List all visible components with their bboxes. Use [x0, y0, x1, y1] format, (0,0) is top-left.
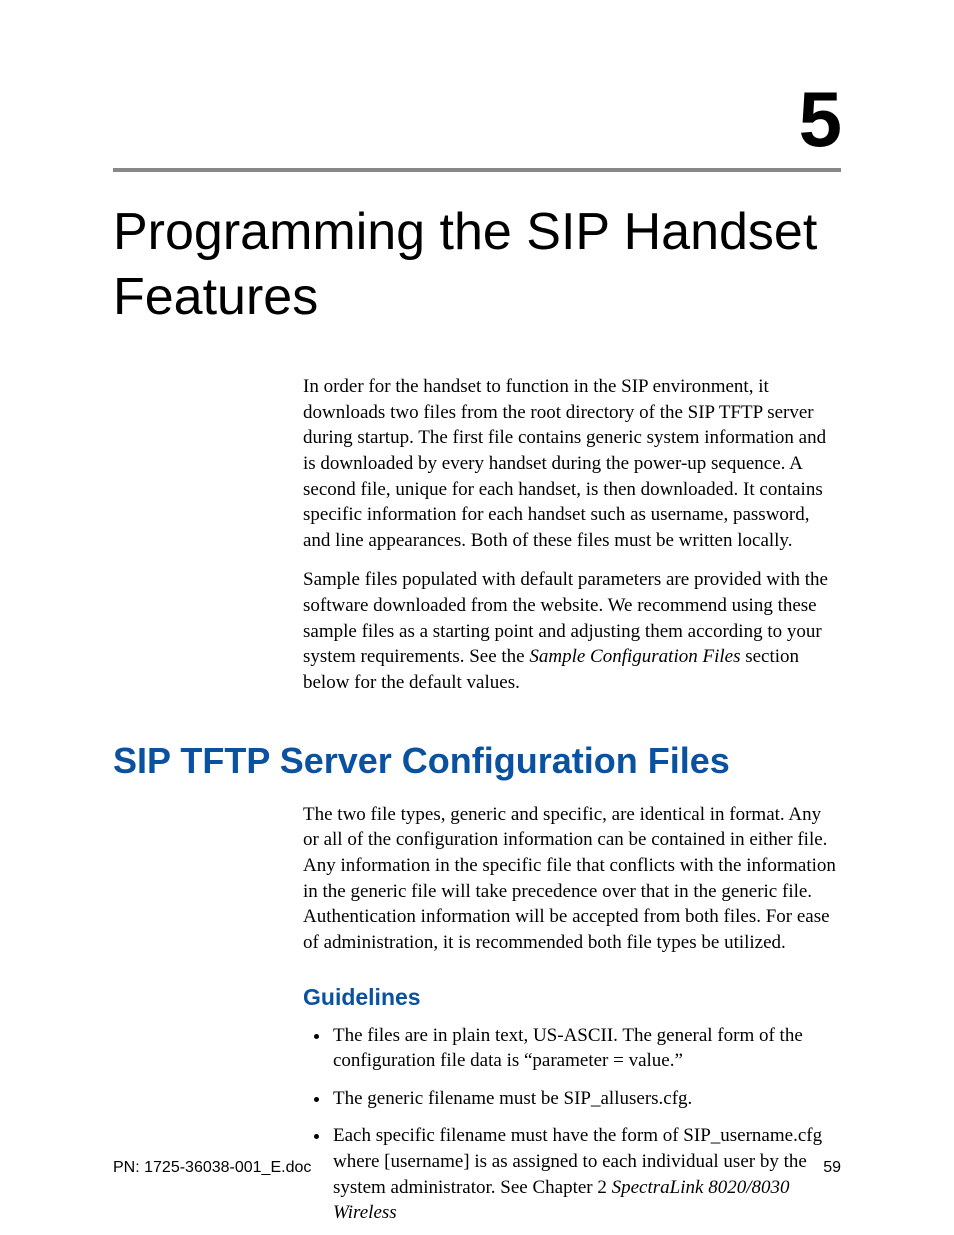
- intro-paragraph-1: In order for the handset to function in …: [303, 374, 841, 553]
- intro-block: In order for the handset to function in …: [303, 374, 841, 696]
- chapter-title: Programming the SIP Handset Features: [113, 200, 841, 330]
- page: 5 Programming the SIP Handset Features I…: [0, 0, 954, 1235]
- guidelines-list: The files are in plain text, US-ASCII. T…: [303, 1023, 841, 1226]
- page-footer: PN: 1725-36038-001_E.doc 59: [113, 1159, 841, 1177]
- intro-paragraph-2: Sample files populated with default para…: [303, 567, 841, 695]
- list-item: The files are in plain text, US-ASCII. T…: [331, 1023, 841, 1074]
- section-title-sip-tftp: SIP TFTP Server Configuration Files: [113, 740, 841, 782]
- footer-doc-id: PN: 1725-36038-001_E.doc: [113, 1159, 311, 1177]
- chapter-number: 5: [113, 80, 841, 158]
- subsection-title-guidelines: Guidelines: [303, 984, 841, 1011]
- intro-p2-em: Sample Configuration Files: [529, 646, 740, 667]
- footer-page-number: 59: [823, 1159, 841, 1177]
- section-paragraph-1: The two file types, generic and specific…: [303, 802, 841, 956]
- chapter-rule: [113, 168, 841, 172]
- list-item: The generic filename must be SIP_alluser…: [331, 1086, 841, 1112]
